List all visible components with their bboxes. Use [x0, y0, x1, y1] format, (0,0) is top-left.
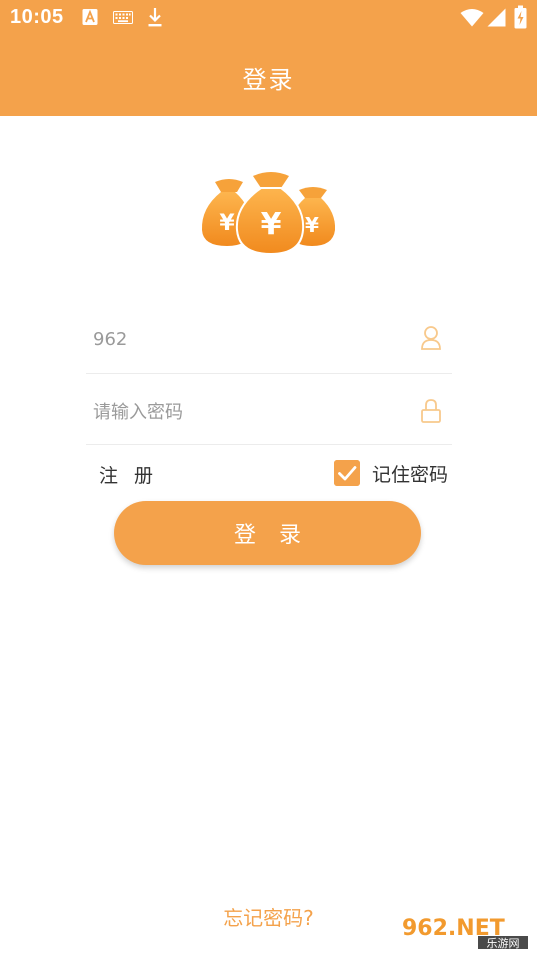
download-icon: [148, 8, 162, 27]
signal-icon: [487, 8, 506, 27]
keyboard-icon: [113, 11, 133, 24]
status-time: 10:05: [10, 6, 64, 28]
username-field-row: [86, 313, 452, 374]
password-input[interactable]: [93, 394, 393, 430]
remember-password[interactable]: 记住密码: [334, 459, 448, 487]
page-title: 登录: [242, 66, 295, 94]
a-box-icon: [82, 9, 98, 25]
battery-icon: [514, 5, 527, 29]
lock-icon: [421, 399, 441, 423]
password-field-row: [86, 384, 452, 445]
wifi-icon: [460, 9, 484, 27]
left-bag-symbol: ¥: [219, 211, 235, 236]
center-bag-symbol: ¥: [261, 207, 282, 242]
login-button[interactable]: 登 录: [114, 501, 421, 565]
app-header: 10:05 登录: [0, 0, 537, 116]
right-bag-symbol: ¥: [305, 213, 319, 237]
remember-checkbox[interactable]: [334, 460, 360, 486]
money-bags-icon: ¥ ¥ ¥: [201, 172, 336, 256]
remember-label: 记住密码: [372, 463, 449, 486]
watermark-sub: 乐游网: [487, 937, 520, 950]
watermark-logo: 962.NET 乐游网: [398, 910, 532, 950]
status-bar: 10:05: [0, 0, 537, 36]
register-link[interactable]: 注 册: [99, 461, 158, 488]
username-input[interactable]: [93, 321, 393, 357]
user-icon: [421, 326, 441, 350]
